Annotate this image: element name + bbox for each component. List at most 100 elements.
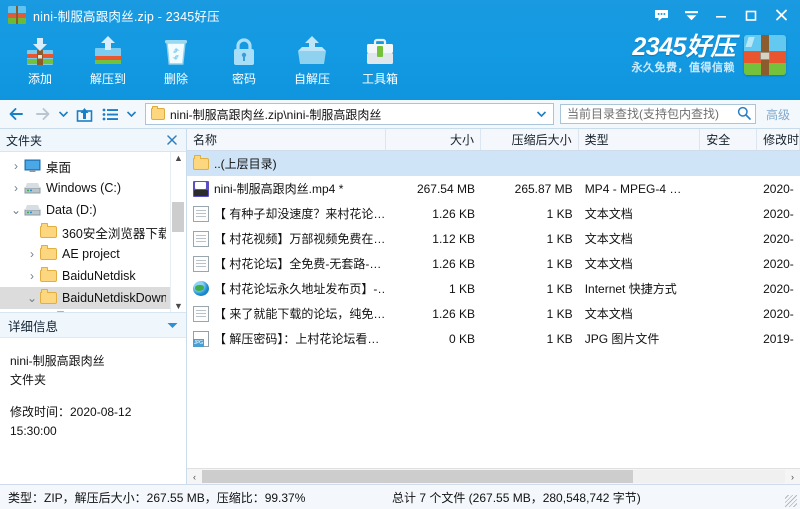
scrollbar-track[interactable] — [171, 163, 186, 301]
forward-arrow-icon[interactable] — [30, 103, 54, 125]
resize-grip[interactable] — [785, 495, 797, 507]
trash-icon — [158, 34, 194, 70]
column-header-size[interactable]: 大小 — [386, 129, 481, 150]
brand-archive-icon — [744, 35, 786, 75]
cell-modified: 2020- — [763, 306, 794, 321]
cell-type: 文本文档 — [584, 307, 633, 321]
cell-name: 【 村花视频】万部视频免费在… — [187, 230, 386, 247]
table-row[interactable]: ..(上层目录) — [187, 151, 800, 176]
column-header-packed-size[interactable]: 压缩后大小 — [481, 129, 579, 150]
column-header-security[interactable]: 安全 — [700, 129, 758, 150]
window-controls — [646, 0, 796, 30]
cell-size: 1.26 KB — [432, 256, 475, 271]
search-box[interactable] — [559, 104, 756, 124]
self-extract-icon — [294, 34, 330, 70]
sidebar-vertical-scrollbar[interactable]: ▲ ▼ — [170, 152, 186, 312]
toolbar-label-self-extract: 自解压 — [293, 72, 330, 86]
sidebar-close-icon[interactable] — [164, 132, 180, 148]
view-chevron-down-icon[interactable] — [124, 103, 138, 125]
mp4-icon — [193, 180, 209, 197]
table-row[interactable]: 【 村花视频】万部视频免费在… 1.12 KB 1 KB 文本文档 2020- — [187, 226, 800, 251]
drive-icon — [24, 203, 41, 218]
tree-item-desktop[interactable]: › 桌面 — [0, 155, 170, 177]
up-level-icon[interactable] — [72, 103, 96, 125]
main-toolbar: 添加 解压到 删除 密码 自解压 工具箱 — [6, 30, 414, 96]
toolbar-button-toolbox[interactable]: 工具箱 — [346, 30, 414, 98]
maximize-button[interactable] — [736, 0, 766, 30]
scrollbar-thumb[interactable] — [172, 201, 184, 232]
tree-item-accelerate[interactable]: accelerate — [0, 309, 170, 312]
tree-item-baidunetdiskdownload[interactable]: ⌄ BaiduNetdiskDownl — [0, 287, 170, 309]
cell-type: 文本文档 — [584, 207, 633, 221]
tree-item-label: Data (D:) — [46, 203, 97, 217]
column-header-name[interactable]: 名称 — [187, 129, 387, 150]
tree-twisty[interactable]: ⌄ — [8, 203, 24, 217]
cell-size: 1.26 KB — [432, 206, 475, 221]
tree-twisty[interactable]: ⌄ — [24, 291, 40, 305]
tree-twisty[interactable]: › — [24, 269, 40, 283]
menu-button[interactable] — [676, 0, 706, 30]
table-row[interactable]: nini-制服高跟肉丝.mp4 * 267.54 MB 265.87 MB MP… — [187, 176, 800, 201]
history-chevron-down-icon[interactable] — [56, 103, 70, 125]
extract-to-icon — [90, 34, 126, 70]
tree-twisty[interactable]: › — [24, 247, 40, 261]
tree-item-baidunetdisk[interactable]: › BaiduNetdisk — [0, 265, 170, 287]
window-header: nini-制服高跟肉丝.zip - 2345好压 添加 解压到 删除 密码 自解… — [0, 0, 800, 100]
cell-packed: 1 KB — [546, 231, 573, 246]
scroll-down-icon[interactable]: ▼ — [174, 301, 183, 311]
address-bar[interactable]: nini-制服高跟肉丝.zip\nini-制服高跟肉丝 — [145, 103, 554, 125]
toolbar-button-self-extract[interactable]: 自解压 — [278, 30, 346, 98]
details-file-type: 文件夹 — [10, 373, 47, 387]
details-header: 详细信息 — [0, 313, 186, 338]
tree-item-360-downloads[interactable]: 360安全浏览器下载 — [0, 221, 170, 243]
scroll-right-icon[interactable]: › — [785, 472, 800, 482]
file-name: 【 解压密码】：上村花论坛看… — [214, 332, 380, 346]
table-row[interactable]: 【 来了就能下载的论坛，纯免… 1.26 KB 1 KB 文本文档 2020- — [187, 301, 800, 326]
search-input[interactable] — [564, 106, 737, 122]
toolbar-button-delete[interactable]: 删除 — [142, 30, 210, 98]
table-row[interactable]: 【 有种子却没速度？来村花论… 1.26 KB 1 KB 文本文档 2020- — [187, 201, 800, 226]
details-file-name: nini-制服高跟肉丝 — [10, 354, 105, 368]
archive-icon — [8, 6, 26, 24]
file-name: 【 有种子却没速度？来村花论… — [214, 207, 386, 221]
brand-tagline: 永久免费，值得信赖 — [631, 62, 735, 74]
search-icon[interactable] — [737, 106, 751, 123]
scrollbar-thumb[interactable] — [202, 470, 634, 483]
cell-name: ..(上层目录) — [187, 155, 386, 172]
table-row[interactable]: 【 村花论坛永久地址发布页】-… 1 KB 1 KB Internet 快捷方式… — [187, 276, 800, 301]
cell-size: 1.12 KB — [432, 231, 475, 246]
scrollbar-track[interactable] — [202, 470, 785, 483]
address-chevron-down-icon[interactable] — [534, 111, 550, 117]
minimize-button[interactable] — [706, 0, 736, 30]
close-button[interactable] — [766, 0, 796, 30]
cell-name: 【 解压密码】：上村花论坛看… — [187, 330, 386, 347]
tree-item-data-d[interactable]: ⌄ Data (D:) — [0, 199, 170, 221]
column-header-modified[interactable]: 修改时 — [757, 129, 800, 150]
sidebar-title: 文件夹 — [6, 133, 43, 148]
list-view-icon[interactable] — [98, 103, 122, 125]
back-arrow-icon[interactable] — [4, 103, 28, 125]
tree-item-ae-project[interactable]: › AE project — [0, 243, 170, 265]
toolbar-button-add[interactable]: 添加 — [6, 30, 74, 98]
cell-packed: 1 KB — [546, 256, 573, 271]
scroll-up-icon[interactable]: ▲ — [174, 153, 183, 163]
cell-type: JPG 图片文件 — [584, 332, 660, 346]
tree-twisty[interactable]: › — [8, 181, 24, 195]
tree-twisty[interactable]: › — [8, 159, 24, 173]
scroll-left-icon[interactable]: ‹ — [187, 472, 202, 482]
archive-manager-window: nini-制服高跟肉丝.zip - 2345好压 添加 解压到 删除 密码 自解… — [0, 0, 800, 509]
table-row[interactable]: 【 解压密码】：上村花论坛看… 0 KB 1 KB JPG 图片文件 2019- — [187, 326, 800, 351]
tree-item-windows-c[interactable]: › Windows (C:) — [0, 177, 170, 199]
cell-modified: 2020- — [763, 231, 794, 246]
advanced-search-link[interactable]: 高级 — [758, 106, 796, 123]
column-header-type[interactable]: 类型 — [579, 129, 701, 150]
cell-name: 【 来了就能下载的论坛，纯免… — [187, 305, 386, 322]
details-chevron-down-icon[interactable] — [167, 318, 178, 332]
toolbar-button-extract-to[interactable]: 解压到 — [74, 30, 142, 98]
file-list-horizontal-scrollbar[interactable]: ‹ › — [187, 468, 800, 484]
folder-icon — [151, 106, 165, 120]
table-row[interactable]: 【 村花论坛】全免费-无套路-… 1.26 KB 1 KB 文本文档 2020- — [187, 251, 800, 276]
toolbar-button-password[interactable]: 密码 — [210, 30, 278, 98]
toolbox-icon — [362, 34, 398, 70]
feedback-button[interactable] — [646, 0, 676, 30]
